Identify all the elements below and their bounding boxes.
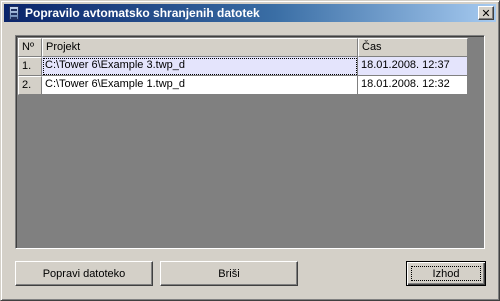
delete-label: Briši [218,267,240,280]
column-header-number[interactable]: Nº [18,38,42,57]
time-cell[interactable]: 18.01.2008. 12:37 [358,57,468,76]
focus-rectangle [411,266,481,281]
grid-header-row: Nº Projekt Čas [18,38,468,57]
window-title: Popravilo avtomatsko shranjenih datotek [25,6,260,20]
repair-file-label: Popravi datoteko [42,267,126,280]
title-bar[interactable]: Popravilo avtomatsko shranjenih datotek … [4,4,496,22]
column-header-project[interactable]: Projekt [42,38,358,57]
row-number: 1. [18,57,42,76]
table-row[interactable]: 2. C:\Tower 6\Example 1.twp_d 18.01.2008… [18,76,468,95]
column-header-time[interactable]: Čas [358,38,468,57]
delete-button[interactable]: Briši [160,261,298,286]
table-row[interactable]: 1. C:\Tower 6\Example 3.twp_d 18.01.2008… [18,57,468,76]
time-cell[interactable]: 18.01.2008. 12:32 [358,76,468,95]
row-number: 2. [18,76,42,95]
recovery-dialog: Popravilo avtomatsko shranjenih datotek … [0,0,500,301]
project-path-cell[interactable]: C:\Tower 6\Example 3.twp_d [42,57,358,76]
autosave-files-grid[interactable]: Nº Projekt Čas 1. C:\Tower 6\Example 3.t… [15,35,485,249]
exit-button[interactable]: Izhod [406,261,486,286]
project-path-cell[interactable]: C:\Tower 6\Example 1.twp_d [42,76,358,95]
close-icon: ✕ [481,6,491,20]
tower-app-icon [6,5,22,21]
close-button[interactable]: ✕ [478,6,494,20]
repair-file-button[interactable]: Popravi datoteko [15,261,153,286]
